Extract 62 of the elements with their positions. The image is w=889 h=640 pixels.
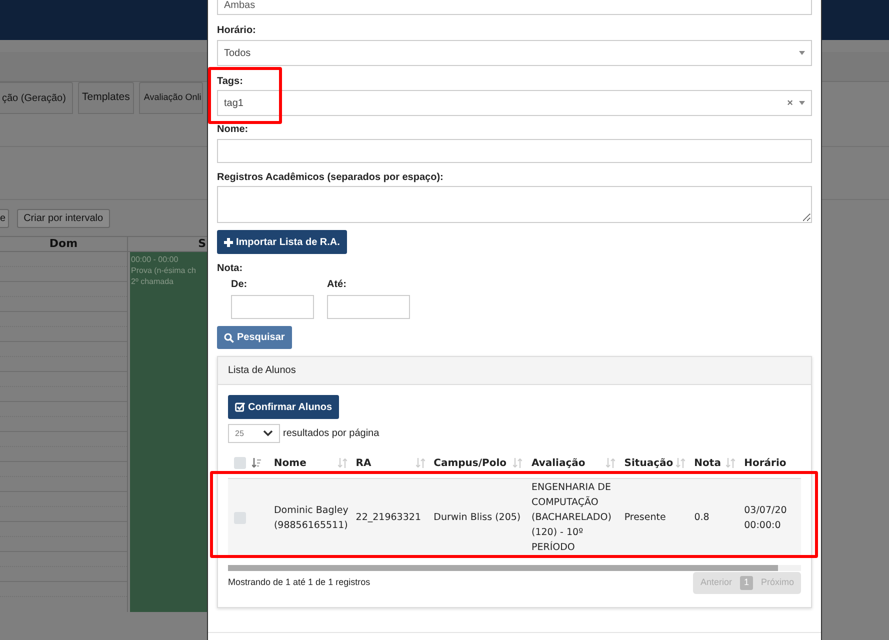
grade-input[interactable]: [231, 295, 314, 319]
table-cell-text: Durwin Bliss (205): [434, 511, 522, 525]
sort-icon[interactable]: [416, 458, 425, 468]
select-field[interactable]: Todos: [217, 40, 812, 66]
sort-icon: [252, 458, 261, 468]
column-header[interactable]: Horário: [744, 456, 786, 470]
column-header[interactable]: RA: [356, 456, 372, 470]
field-label: Horário:: [217, 25, 257, 37]
field-label: Nota:: [217, 263, 244, 275]
toolbar-button[interactable]: Criar por intervalo: [16, 208, 110, 228]
column-header: Dom: [0, 236, 127, 252]
page-size-select[interactable]: 25: [228, 424, 280, 443]
import-button[interactable]: Importar Lista de R.A.: [217, 230, 347, 254]
table-cell-text: 0.8: [694, 511, 710, 525]
name-input[interactable]: [217, 139, 812, 163]
sort-icon[interactable]: [513, 458, 522, 468]
column-header[interactable]: Campus/Polo: [434, 456, 507, 470]
column-header[interactable]: Nota: [694, 456, 721, 470]
registros-textarea[interactable]: [217, 186, 812, 223]
column-header[interactable]: Nome: [274, 456, 306, 470]
page-size-label: resultados por página: [283, 427, 380, 441]
event-time: 00:00 - 00:00: [131, 254, 180, 265]
field-label: Registros Acadêmicos (separados por espaço):: [217, 172, 444, 184]
caret-icon: [799, 51, 805, 55]
table-cell-text: 22_21963321: [356, 511, 422, 525]
grade-input[interactable]: [327, 295, 410, 319]
toolbar-button[interactable]: e: [0, 208, 9, 228]
table-cell-text: Dominic Bagley (98856165511): [274, 504, 350, 532]
tab[interactable]: ção (Geração): [0, 82, 73, 114]
tag-value: tag1: [224, 96, 244, 110]
search-button[interactable]: Pesquisar: [217, 326, 292, 349]
field-label: De:: [231, 279, 248, 291]
checkbox[interactable]: [234, 457, 246, 469]
sort-icon[interactable]: [338, 458, 347, 468]
confirm-button[interactable]: Confirmar Alunos: [228, 395, 340, 419]
table-info: Mostrando de 1 até 1 de 1 registros: [228, 576, 370, 590]
sort-icon[interactable]: [726, 458, 736, 468]
sort-icon[interactable]: [606, 458, 616, 468]
caret-icon: [799, 101, 805, 105]
tag-select-field[interactable]: tag1 ×: [217, 90, 812, 116]
plus-icon: [224, 238, 233, 246]
select-field[interactable]: Ambas: [217, 0, 812, 15]
field-label: Tags:: [217, 76, 244, 88]
table-cell-text: 03/07/20 00:00:0: [744, 504, 788, 532]
tab[interactable]: Templates: [78, 82, 134, 114]
field-label: Até:: [327, 279, 348, 291]
checkbox[interactable]: [234, 512, 246, 524]
column-header: S: [198, 236, 206, 252]
event-title: Prova (n-ésima ch: [131, 265, 197, 276]
sort-icon[interactable]: [676, 458, 686, 468]
event-title: 2º chamada: [131, 276, 175, 287]
table-cell-text: Presente: [624, 511, 667, 525]
chevron-down-icon: [263, 430, 273, 437]
tab[interactable]: Avaliação Onli: [138, 82, 204, 114]
column-header[interactable]: Situação: [624, 456, 674, 470]
panel-title: Lista de Alunos: [228, 364, 296, 378]
clear-button[interactable]: ×: [787, 96, 793, 110]
column-header[interactable]: Avaliação: [531, 456, 586, 470]
search-icon: [224, 332, 234, 342]
checkbox-icon: [235, 402, 245, 412]
field-label: Nome:: [217, 124, 250, 136]
table-cell-text: ENGENHARIA DE COMPUTAÇÃO (BACHARELADO) (120) - 10º PERÍODO: [531, 481, 612, 555]
